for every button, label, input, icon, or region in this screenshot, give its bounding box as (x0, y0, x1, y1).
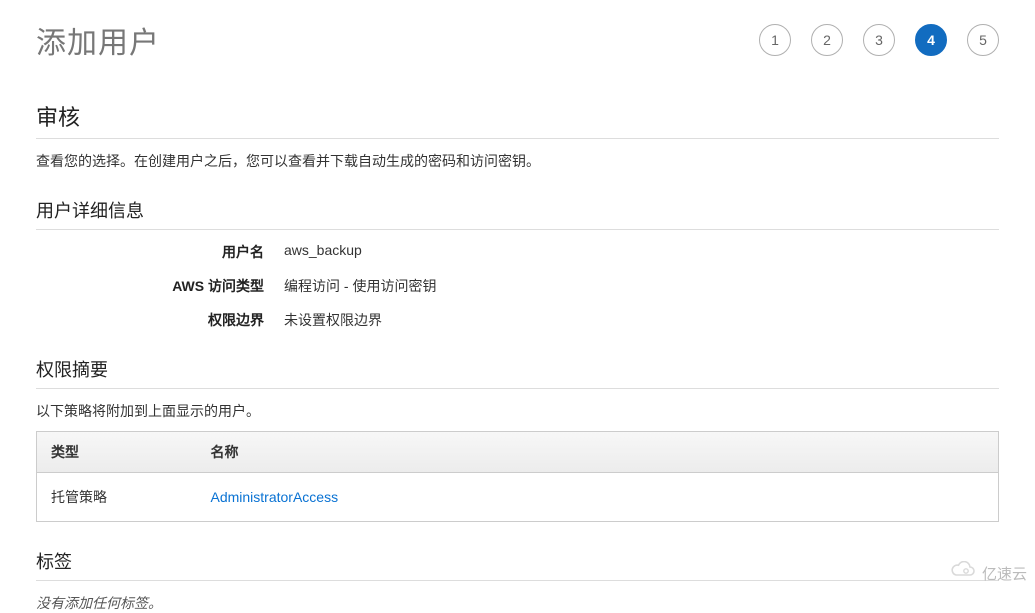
cell-policy-name: AdministratorAccess (197, 473, 999, 522)
cloud-icon (950, 561, 978, 585)
review-description: 查看您的选择。在创建用户之后，您可以查看并下载自动生成的密码和访问密钥。 (36, 151, 999, 171)
table-row: 托管策略 AdministratorAccess (37, 473, 999, 522)
column-header-name: 名称 (197, 432, 999, 473)
watermark: 亿速云 (950, 561, 1027, 585)
kv-value: 未设置权限边界 (284, 310, 382, 330)
page-title: 添加用户 (36, 18, 160, 62)
kv-label: 权限边界 (36, 310, 284, 330)
kv-row-access-type: AWS 访问类型 编程访问 - 使用访问密钥 (36, 276, 999, 296)
step-1[interactable]: 1 (759, 24, 791, 56)
kv-value: 编程访问 - 使用访问密钥 (284, 276, 436, 296)
content-area: 审核 查看您的选择。在创建用户之后，您可以查看并下载自动生成的密码和访问密钥。 … (0, 100, 1035, 613)
step-4[interactable]: 4 (915, 24, 947, 56)
tags-title: 标签 (36, 548, 999, 574)
kv-label: 用户名 (36, 242, 284, 262)
column-header-type: 类型 (37, 432, 197, 473)
step-3[interactable]: 3 (863, 24, 895, 56)
header-row: 添加用户 1 2 3 4 5 (0, 0, 1035, 72)
wizard-stepper: 1 2 3 4 5 (759, 24, 999, 56)
kv-label: AWS 访问类型 (36, 276, 284, 296)
permissions-table: 类型 名称 托管策略 AdministratorAccess (36, 431, 999, 522)
kv-row-permission-boundary: 权限边界 未设置权限边界 (36, 310, 999, 330)
divider (36, 229, 999, 230)
user-details-title: 用户详细信息 (36, 197, 999, 223)
divider (36, 580, 999, 581)
permissions-title: 权限摘要 (36, 356, 999, 382)
watermark-text: 亿速云 (982, 563, 1027, 584)
step-5[interactable]: 5 (967, 24, 999, 56)
step-2[interactable]: 2 (811, 24, 843, 56)
permissions-description: 以下策略将附加到上面显示的用户。 (36, 401, 999, 421)
review-title: 审核 (36, 100, 999, 132)
divider (36, 138, 999, 139)
tags-empty-message: 没有添加任何标签。 (36, 593, 999, 613)
kv-value: aws_backup (284, 242, 362, 262)
kv-row-username: 用户名 aws_backup (36, 242, 999, 262)
divider (36, 388, 999, 389)
user-details-list: 用户名 aws_backup AWS 访问类型 编程访问 - 使用访问密钥 权限… (36, 242, 999, 330)
cell-policy-type: 托管策略 (37, 473, 197, 522)
table-header-row: 类型 名称 (37, 432, 999, 473)
policy-link[interactable]: AdministratorAccess (211, 489, 339, 505)
